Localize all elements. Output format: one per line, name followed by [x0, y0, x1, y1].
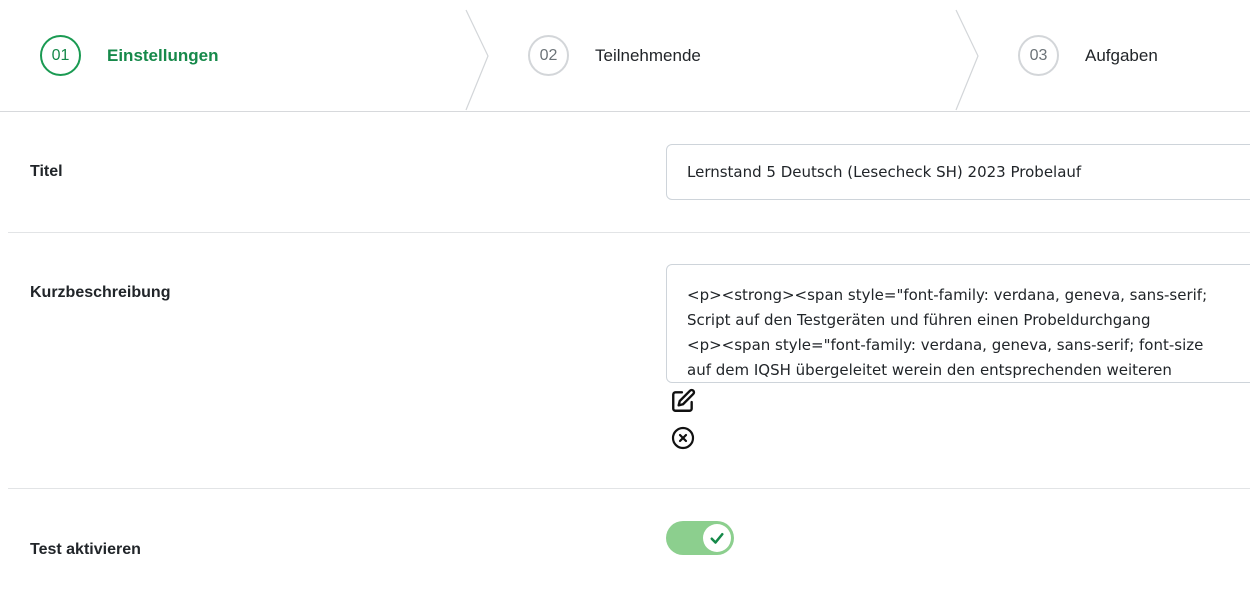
- step-label: Aufgaben: [1085, 45, 1158, 65]
- description-line: <p><strong><span style="font-family: ver…: [687, 286, 1208, 304]
- description-line: <p><span style="font-family: verdana, ge…: [687, 336, 1204, 354]
- title-input[interactable]: Lernstand 5 Deutsch (Lesecheck SH) 2023 …: [666, 144, 1250, 200]
- checkmark-icon: [710, 532, 724, 544]
- step-separator-chevron: [955, 9, 979, 111]
- step-aufgaben[interactable]: 03 Aufgaben: [1018, 0, 1158, 111]
- edit-icon[interactable]: [669, 387, 697, 415]
- activate-toggle[interactable]: [666, 521, 734, 555]
- step-separator-chevron: [465, 9, 489, 111]
- description-label: Kurzbeschreibung: [30, 284, 171, 301]
- close-circle-icon[interactable]: [669, 424, 697, 452]
- step-number: 03: [1018, 35, 1059, 76]
- test-settings-page: 01 Einstellungen 02 Teilnehmende 03 Aufg…: [0, 0, 1250, 590]
- step-label: Teilnehmende: [595, 45, 701, 65]
- description-line: auf dem IQSH übergeleitet werein den ent…: [687, 361, 1172, 379]
- step-teilnehmende[interactable]: 02 Teilnehmende: [528, 0, 701, 111]
- row-divider: [8, 488, 1250, 489]
- description-textarea[interactable]: <p><strong><span style="font-family: ver…: [666, 264, 1250, 383]
- activate-label: Test aktivieren: [30, 541, 141, 558]
- step-label: Einstellungen: [107, 45, 219, 65]
- step-einstellungen[interactable]: 01 Einstellungen: [40, 0, 218, 111]
- wizard-stepper: 01 Einstellungen 02 Teilnehmende 03 Aufg…: [0, 0, 1250, 112]
- description-line: Script auf den Testgeräten und führen ei…: [687, 311, 1151, 329]
- step-number: 02: [528, 35, 569, 76]
- step-number: 01: [40, 35, 81, 76]
- toggle-knob: [703, 524, 731, 552]
- row-divider: [8, 232, 1250, 233]
- title-label: Titel: [30, 163, 63, 180]
